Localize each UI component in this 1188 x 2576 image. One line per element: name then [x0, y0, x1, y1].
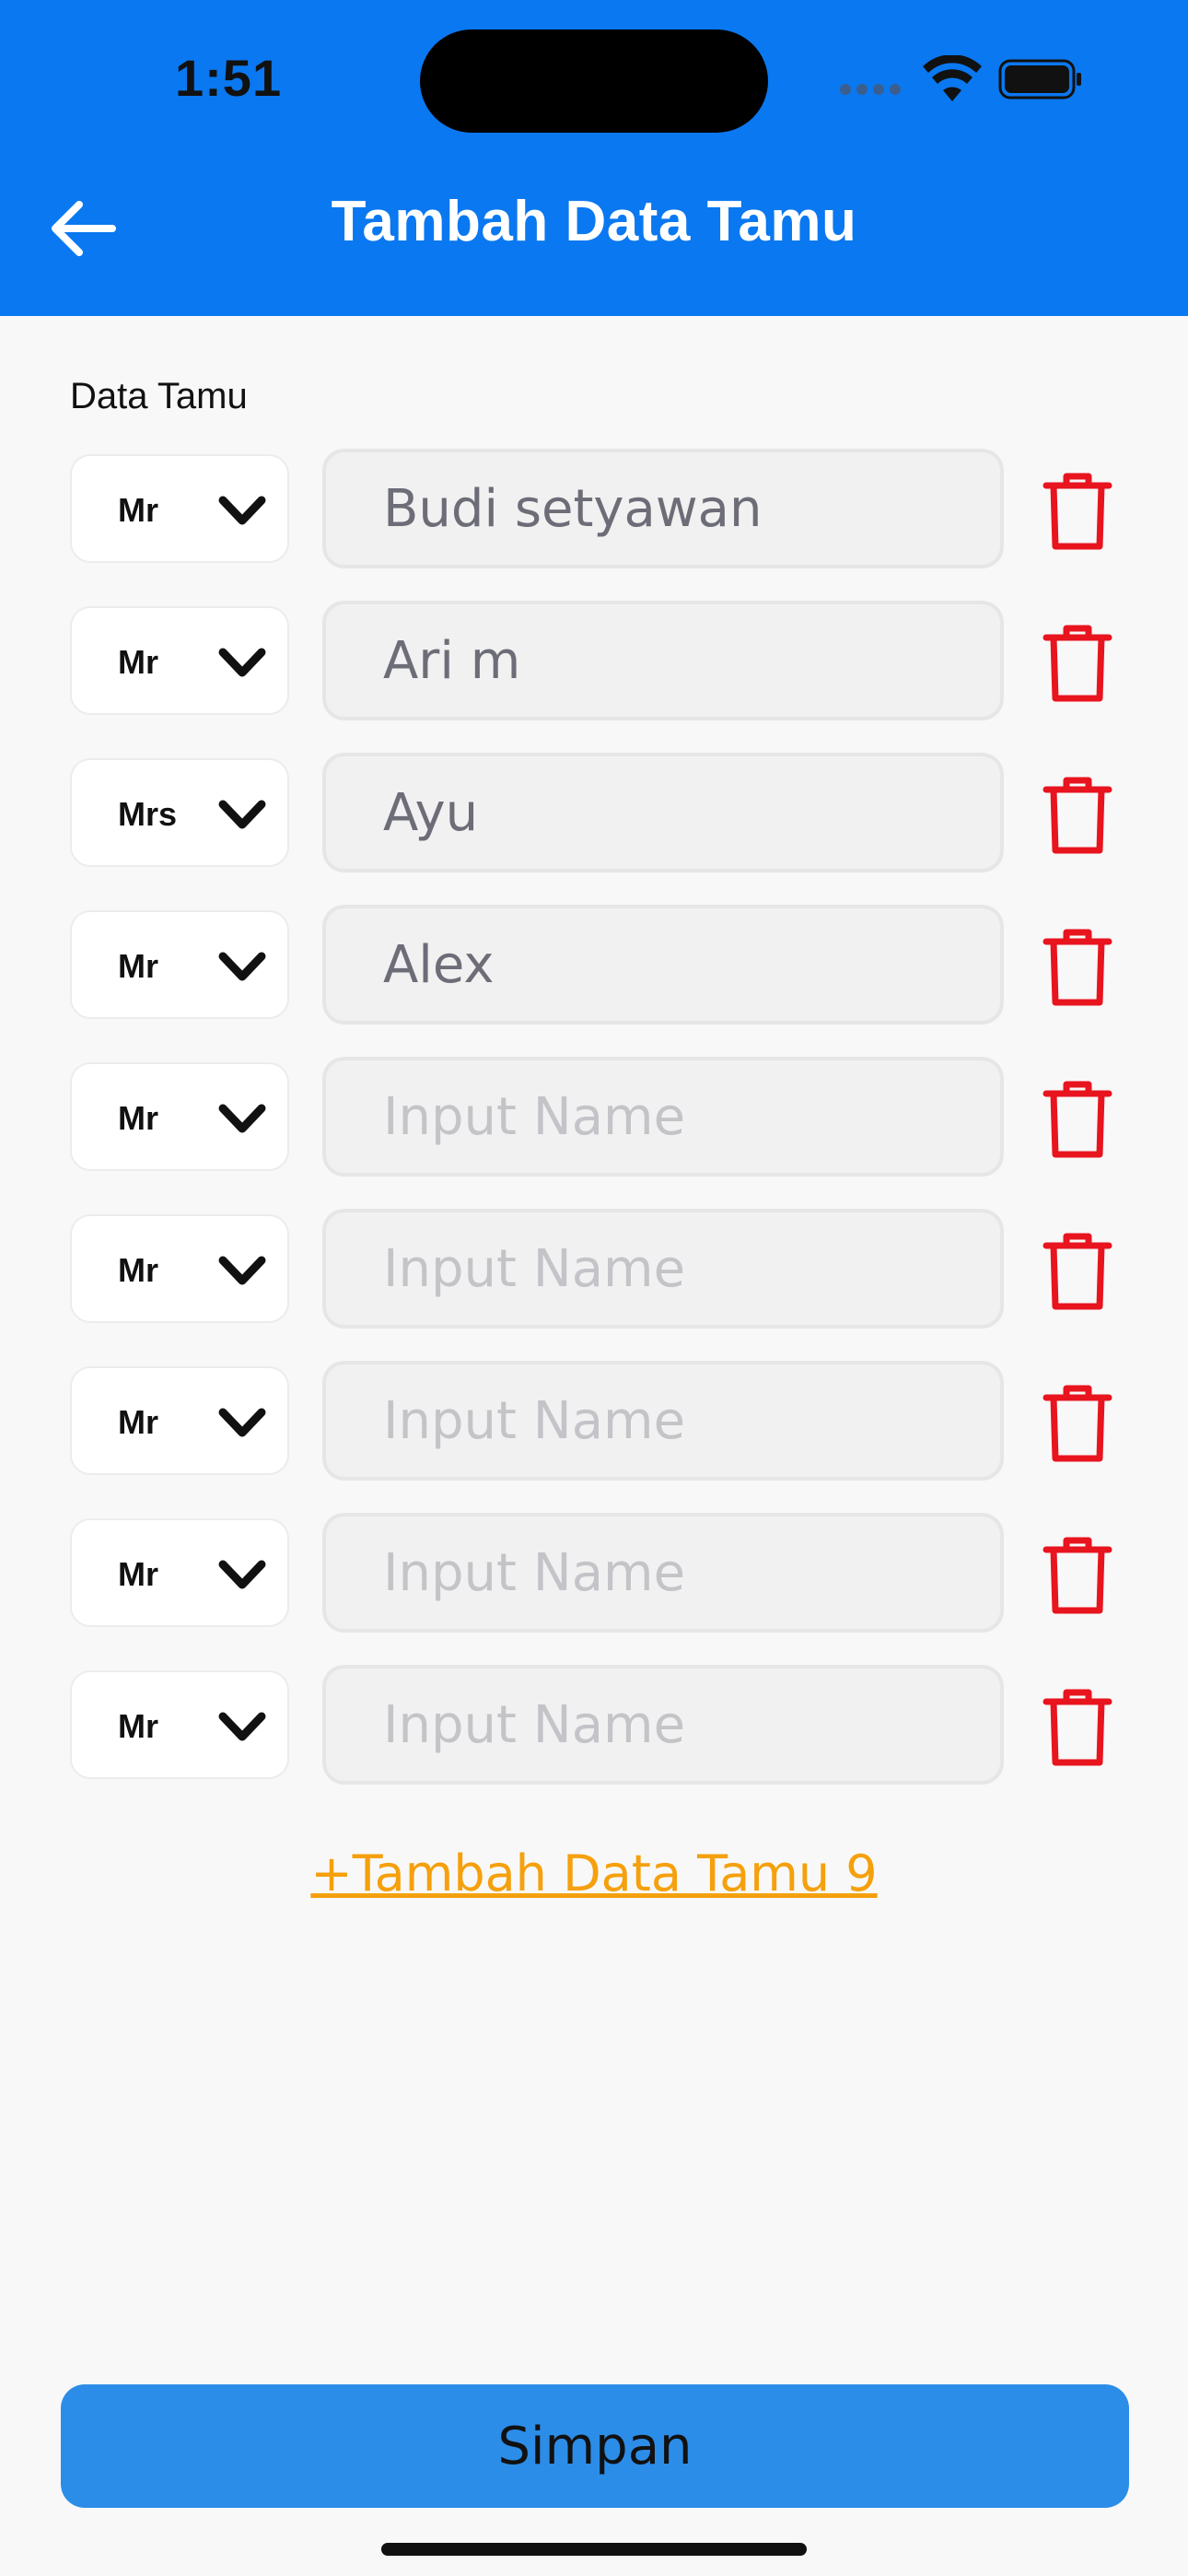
save-button[interactable]: Simpan	[61, 2384, 1129, 2508]
trash-icon[interactable]	[1042, 927, 1112, 1008]
guest-row: Mr	[0, 905, 1188, 1025]
page-title: Tambah Data Tamu	[331, 190, 857, 253]
guest-name-input[interactable]	[322, 1513, 1004, 1633]
title-select-value: Mr	[118, 1099, 158, 1137]
title-select[interactable]: Mr	[70, 454, 289, 563]
guest-row: Mr	[0, 449, 1188, 568]
guest-row: Mr	[0, 601, 1188, 720]
trash-icon[interactable]	[1042, 471, 1112, 552]
chevron-down-icon	[218, 1256, 266, 1285]
wifi-icon	[923, 55, 982, 101]
title-select-value: Mr	[118, 1707, 158, 1745]
trash-icon[interactable]	[1042, 1535, 1112, 1616]
chevron-down-icon	[218, 496, 266, 525]
add-guest-link[interactable]: +Tambah Data Tamu 9	[0, 1844, 1188, 1903]
chevron-down-icon	[218, 1560, 266, 1589]
chevron-down-icon	[218, 648, 266, 677]
home-indicator	[381, 2543, 807, 2556]
title-select[interactable]: Mr	[70, 1518, 289, 1627]
title-select-value: Mr	[118, 643, 158, 681]
guest-row: Mr	[0, 1513, 1188, 1633]
chevron-down-icon	[218, 1104, 266, 1133]
guest-row: Mrs	[0, 753, 1188, 872]
guest-row: Mr	[0, 1209, 1188, 1329]
section-label: Data Tamu	[70, 376, 248, 416]
guest-name-input[interactable]	[322, 753, 1004, 872]
guest-name-input[interactable]	[322, 449, 1004, 568]
title-select[interactable]: Mr	[70, 1366, 289, 1475]
trash-icon[interactable]	[1042, 1231, 1112, 1312]
title-select[interactable]: Mr	[70, 606, 289, 715]
guest-name-input[interactable]	[322, 905, 1004, 1025]
chevron-down-icon	[218, 1408, 266, 1437]
title-select-value: Mr	[118, 1251, 158, 1289]
trash-icon[interactable]	[1042, 1383, 1112, 1464]
guest-name-input[interactable]	[322, 601, 1004, 720]
status-time: 1:51	[175, 49, 283, 107]
title-select-value: Mr	[118, 947, 158, 985]
guest-name-input[interactable]	[322, 1665, 1004, 1785]
title-select[interactable]: Mr	[70, 1670, 289, 1779]
chevron-down-icon	[218, 952, 266, 981]
dynamic-island	[420, 29, 768, 133]
guest-name-input[interactable]	[322, 1209, 1004, 1329]
title-select[interactable]: Mr	[70, 1062, 289, 1171]
cellular-signal-icon	[840, 83, 906, 100]
guest-name-input[interactable]	[322, 1361, 1004, 1481]
chevron-down-icon	[218, 1712, 266, 1741]
title-select-value: Mr	[118, 1555, 158, 1593]
title-select-value: Mrs	[118, 795, 178, 833]
title-select-value: Mr	[118, 491, 158, 529]
trash-icon[interactable]	[1042, 623, 1112, 704]
title-select[interactable]: Mr	[70, 1214, 289, 1323]
trash-icon[interactable]	[1042, 775, 1112, 856]
guest-name-input[interactable]	[322, 1057, 1004, 1177]
battery-icon	[998, 59, 1081, 100]
trash-icon[interactable]	[1042, 1687, 1112, 1768]
guest-row: Mr	[0, 1665, 1188, 1785]
guest-row: Mr	[0, 1361, 1188, 1481]
app-header: 1:51 Tambah Data Tamu	[0, 0, 1188, 316]
title-select[interactable]: Mr	[70, 910, 289, 1019]
title-select[interactable]: Mrs	[70, 758, 289, 867]
trash-icon[interactable]	[1042, 1079, 1112, 1160]
title-select-value: Mr	[118, 1403, 158, 1441]
guest-row: Mr	[0, 1057, 1188, 1177]
chevron-down-icon	[218, 800, 266, 829]
